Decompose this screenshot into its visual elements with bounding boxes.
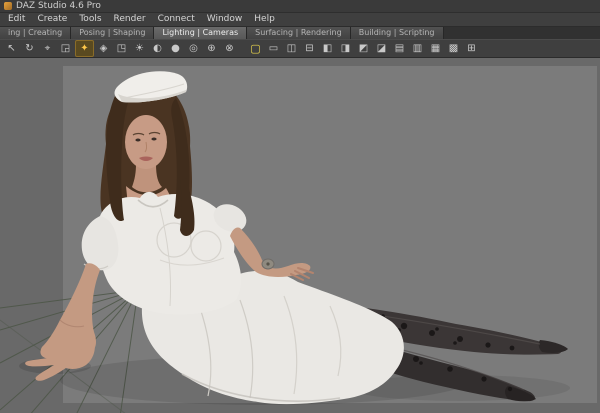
menu-help[interactable]: Help: [248, 13, 281, 26]
menu-create[interactable]: Create: [31, 13, 73, 26]
create-distant-light-button[interactable]: ☀: [131, 41, 148, 56]
dress-badge: [261, 258, 275, 270]
scale-tool[interactable]: ◲: [57, 41, 74, 56]
toolbar-separator: [239, 41, 246, 56]
aspect-frame-toggle[interactable]: ▢: [247, 41, 264, 56]
joint-editor-tool[interactable]: ⊕: [203, 41, 220, 56]
face: [125, 115, 167, 169]
viewport-layout-top-left[interactable]: ◩: [355, 41, 372, 56]
viewport-layout-grid[interactable]: ▦: [427, 41, 444, 56]
menu-bar: Edit Create Tools Render Connect Window …: [0, 13, 600, 27]
viewport-layout-mixed[interactable]: ▩: [445, 41, 462, 56]
node-connection-tool[interactable]: ⊗: [221, 41, 238, 56]
create-camera-button[interactable]: ◎: [185, 41, 202, 56]
menu-edit[interactable]: Edit: [2, 13, 31, 26]
viewport-layout-rows[interactable]: ▤: [391, 41, 408, 56]
viewport-layout-left-split[interactable]: ◧: [319, 41, 336, 56]
viewport-layout-two-rows[interactable]: ⊟: [301, 41, 318, 56]
viewport-layout-quad[interactable]: ⊞: [463, 41, 480, 56]
viewport-3d[interactable]: [0, 58, 600, 413]
window-title: DAZ Studio 4.6 Pro: [16, 1, 101, 11]
menu-render[interactable]: Render: [108, 13, 152, 26]
menu-connect[interactable]: Connect: [152, 13, 201, 26]
tab-building-scripting[interactable]: Building | Scripting: [350, 27, 444, 39]
viewport-3d-view: [0, 58, 600, 413]
daz-studio-window: DAZ Studio 4.6 Pro Edit Create Tools Ren…: [0, 0, 600, 413]
surface-selection-tool[interactable]: ◈: [95, 41, 112, 56]
viewport-layout-single[interactable]: ▭: [265, 41, 282, 56]
rotate-tool[interactable]: ↻: [21, 41, 38, 56]
viewport-layout-columns[interactable]: ▥: [409, 41, 426, 56]
activity-tab-bar: ing | Creating Posing | Shaping Lighting…: [0, 27, 600, 39]
toolbar: ↖ ↻ ⌖ ◲ ✦ ◈ ◳ ☀ ◐ ● ◎ ⊕ ⊗ ▢ ▭ ◫ ⊟ ◧ ◨ ◩ …: [0, 39, 600, 58]
viewport-layout-right-split[interactable]: ◨: [337, 41, 354, 56]
tab-creating[interactable]: ing | Creating: [0, 27, 72, 39]
title-bar: DAZ Studio 4.6 Pro: [0, 0, 600, 13]
app-icon: [4, 2, 12, 10]
tab-surfacing-rendering[interactable]: Surfacing | Rendering: [247, 27, 351, 39]
viewport-layout-two-columns[interactable]: ◫: [283, 41, 300, 56]
create-point-light-button[interactable]: ●: [167, 41, 184, 56]
translate-tool[interactable]: ⌖: [39, 41, 56, 56]
tab-posing-shaping[interactable]: Posing | Shaping: [71, 27, 155, 39]
menu-tools[interactable]: Tools: [73, 13, 107, 26]
create-spot-light-button[interactable]: ◐: [149, 41, 166, 56]
orientation-cube-icon[interactable]: ◳: [113, 41, 130, 56]
tab-lighting-cameras[interactable]: Lighting | Cameras: [154, 27, 248, 39]
active-pose-tool[interactable]: ✦: [75, 40, 94, 57]
node-selection-tool[interactable]: ↖: [3, 41, 20, 56]
viewport-layout-bottom-right[interactable]: ◪: [373, 41, 390, 56]
menu-window[interactable]: Window: [201, 13, 249, 26]
